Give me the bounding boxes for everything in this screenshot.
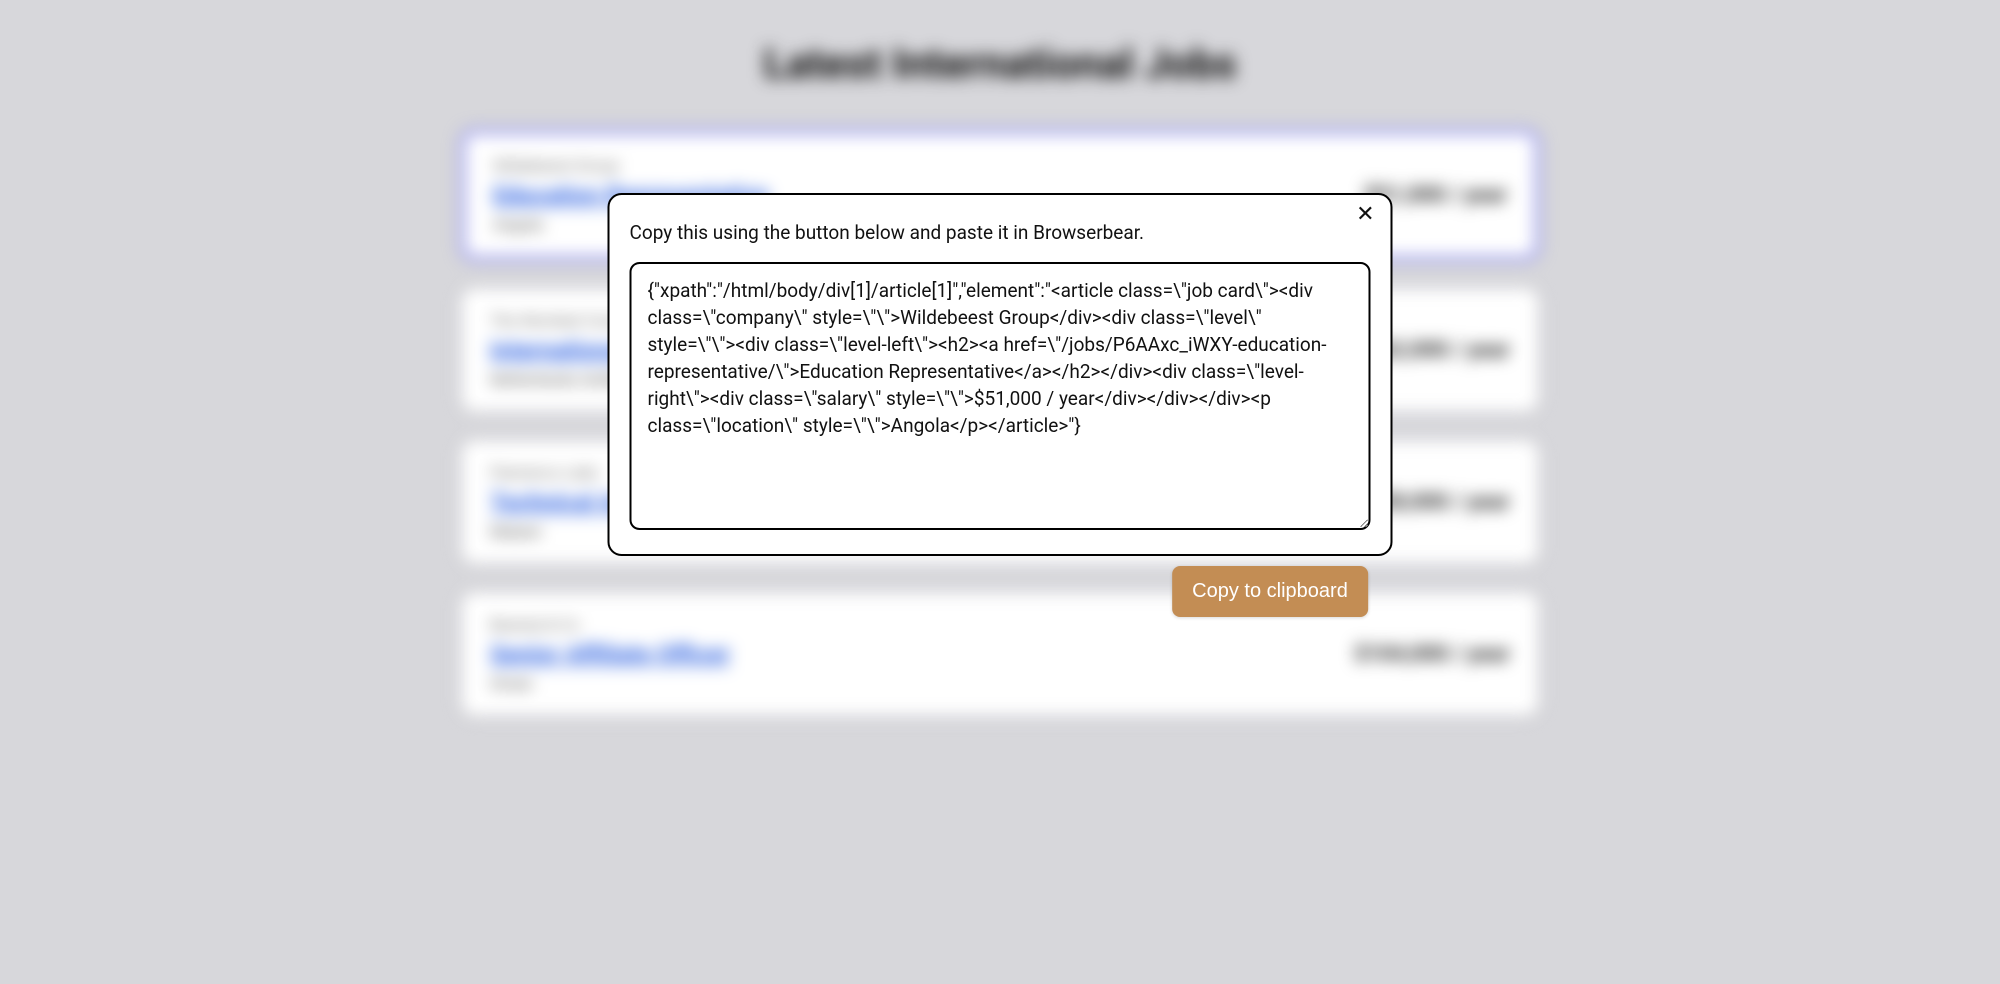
- page-heading: Latest International Jobs: [460, 40, 1540, 89]
- job-salary: $104,000 / year: [1354, 642, 1510, 667]
- job-company: Basenji & Co: [490, 615, 1510, 634]
- helper-config-textarea[interactable]: [630, 262, 1371, 530]
- copy-to-clipboard-button[interactable]: Copy to clipboard: [1172, 566, 1368, 617]
- job-location: Oman: [490, 674, 1510, 693]
- job-company: Wildebeest Group: [493, 156, 1507, 175]
- job-card[interactable]: Basenji & Co Senior Affiliate Officer $1…: [460, 591, 1540, 717]
- copy-helper-modal: ✕ Copy this using the button below and p…: [608, 193, 1393, 556]
- close-button[interactable]: ✕: [1352, 201, 1378, 227]
- modal-instruction: Copy this using the button below and pas…: [630, 221, 1371, 244]
- job-title-link[interactable]: Senior Affiliate Officer: [490, 640, 730, 668]
- close-icon: ✕: [1356, 201, 1374, 226]
